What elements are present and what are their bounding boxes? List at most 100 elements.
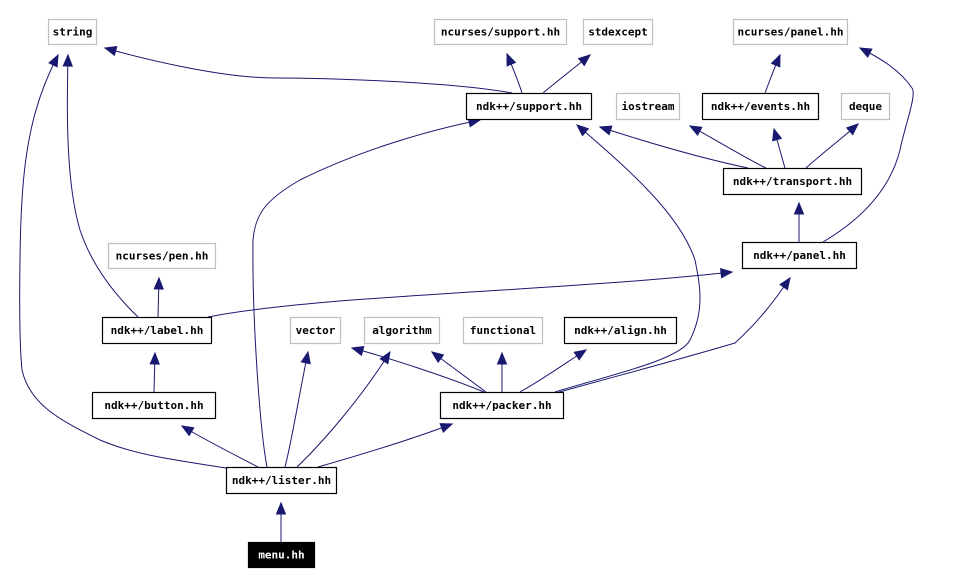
node-label: vector: [296, 324, 336, 337]
node-label: ncurses/pen.hh: [116, 250, 209, 263]
arrowhead-icon: [688, 125, 703, 137]
arrowhead-icon: [573, 349, 588, 361]
arrowhead-icon: [180, 425, 195, 437]
include-dependency-graph: string ncurses/support.hh stdexcept ncurses…: [19, 18, 914, 569]
node-label: ndk++/lister.hh: [232, 474, 331, 487]
node-vector[interactable]: vector: [289, 316, 342, 345]
edge-ndk-support-to-string: [103, 46, 513, 94]
arrowhead-icon: [153, 276, 164, 290]
edge-ndk-transport-to-iostream: [688, 125, 767, 169]
arrowhead-icon: [779, 276, 791, 291]
node-ndk-panel[interactable]: ndk++/panel.hh: [741, 241, 858, 270]
node-label: ndk++/align.hh: [574, 324, 667, 337]
node-stdexcept[interactable]: stdexcept: [582, 18, 654, 46]
edge-menu-to-ndk-lister: [275, 501, 287, 542]
node-label: ndk++/packer.hh: [452, 399, 551, 412]
edge-ndk-label-to-ndk-panel: [207, 268, 734, 318]
edges-layer: [19, 46, 914, 542]
node-label: iostream: [622, 100, 675, 113]
node-label: ndk++/panel.hh: [753, 249, 846, 262]
node-label: ncurses/panel.hh: [738, 26, 844, 39]
edge-ndk-events-to-ncurses-panel: [764, 53, 781, 94]
arrowhead-icon: [506, 52, 517, 67]
arrowhead-icon: [575, 124, 590, 137]
edge-line: [689, 125, 767, 169]
edge-line: [66, 54, 139, 318]
edge-ndk-label-to-ncurses-pen: [153, 276, 164, 318]
node-ndk-support[interactable]: ndk++/support.hh: [465, 92, 593, 121]
arrowhead-icon: [62, 53, 73, 67]
edge-ndk-packer-to-vector: [350, 345, 485, 393]
edge-ndk-lister-to-vector: [284, 350, 311, 468]
arrowhead-icon: [439, 423, 454, 433]
node-ncurses-support[interactable]: ncurses/support.hh: [433, 18, 568, 46]
node-label: string: [53, 26, 93, 39]
edge-line: [351, 347, 485, 393]
edge-line: [317, 423, 453, 468]
node-label: ncurses/support.hh: [441, 26, 560, 39]
edge-ndk-panel-to-ndk-transport: [793, 201, 805, 242]
edge-ndk-transport-to-ndk-support: [598, 125, 749, 169]
arrowhead-icon: [577, 54, 592, 67]
node-label: algorithm: [372, 324, 432, 337]
node-algorithm[interactable]: algorithm: [363, 316, 441, 345]
edge-ndk-panel-to-ncurses-panel: [822, 47, 914, 243]
arrowhead-icon: [430, 351, 445, 364]
arrowhead-icon: [720, 268, 734, 279]
edge-ndk-lister-to-ndk-button: [180, 425, 259, 468]
edge-line: [284, 351, 309, 468]
node-label: ndk++/label.hh: [111, 324, 204, 337]
node-menu[interactable]: menu.hh: [247, 541, 316, 569]
edge-line: [599, 126, 749, 169]
node-ndk-button[interactable]: ndk++/button.hh: [91, 391, 217, 420]
edge-line: [822, 47, 914, 243]
node-functional[interactable]: functional: [462, 316, 544, 345]
node-ncurses-pen[interactable]: ncurses/pen.hh: [107, 242, 217, 270]
node-ndk-packer[interactable]: ndk++/packer.hh: [439, 391, 565, 420]
node-string[interactable]: string: [47, 18, 98, 46]
node-ndk-align[interactable]: ndk++/align.hh: [563, 316, 678, 345]
arrowhead-icon: [793, 201, 805, 215]
edge-ndk-lister-to-ndk-packer: [317, 423, 454, 468]
edge-line: [181, 425, 259, 468]
node-label: menu.hh: [258, 549, 304, 562]
node-label: ndk++/transport.hh: [733, 175, 852, 188]
edge-ndk-transport-to-ndk-events: [772, 127, 786, 169]
node-label: ndk++/support.hh: [476, 100, 582, 113]
node-ndk-lister[interactable]: ndk++/lister.hh: [225, 466, 338, 495]
edge-ndk-label-to-string: [62, 53, 139, 318]
node-label: ndk++/button.hh: [104, 399, 203, 412]
arrowhead-icon: [350, 345, 365, 357]
edge-ndk-packer-to-algorithm: [430, 351, 487, 393]
arrowhead-icon: [275, 501, 287, 515]
arrowhead-icon: [858, 47, 873, 58]
node-iostream[interactable]: iostream: [615, 92, 681, 121]
edge-line: [104, 47, 513, 94]
edge-ndk-packer-to-functional: [496, 351, 508, 392]
arrowhead-icon: [48, 53, 59, 68]
node-ndk-label[interactable]: ndk++/label.hh: [101, 316, 213, 345]
arrowhead-icon: [103, 46, 118, 57]
node-label: functional: [470, 324, 536, 337]
arrowhead-icon: [300, 350, 311, 365]
arrowhead-icon: [496, 351, 508, 365]
node-ncurses-panel[interactable]: ncurses/panel.hh: [732, 18, 849, 46]
edge-line: [207, 271, 733, 318]
arrowhead-icon: [770, 53, 781, 68]
node-deque[interactable]: deque: [840, 92, 891, 121]
node-label: ndk++/events.hh: [711, 100, 810, 113]
arrowhead-icon: [772, 127, 783, 142]
arrowhead-icon: [598, 125, 613, 136]
nodes-layer: string ncurses/support.hh stdexcept ncurses…: [47, 18, 891, 569]
node-label: deque: [849, 100, 882, 113]
edge-ndk-button-to-ndk-label: [149, 351, 160, 393]
node-ndk-transport[interactable]: ndk++/transport.hh: [722, 167, 863, 196]
arrowhead-icon: [149, 351, 160, 365]
edge-ndk-support-to-ncurses-support: [506, 52, 523, 94]
node-label: stdexcept: [588, 26, 648, 39]
node-ndk-events[interactable]: ndk++/events.hh: [701, 92, 820, 121]
arrowhead-icon: [845, 123, 859, 136]
arrowhead-icon: [379, 350, 391, 365]
edge-ndk-support-to-stdexcept: [542, 54, 592, 94]
edge-ndk-transport-to-deque: [805, 123, 859, 169]
